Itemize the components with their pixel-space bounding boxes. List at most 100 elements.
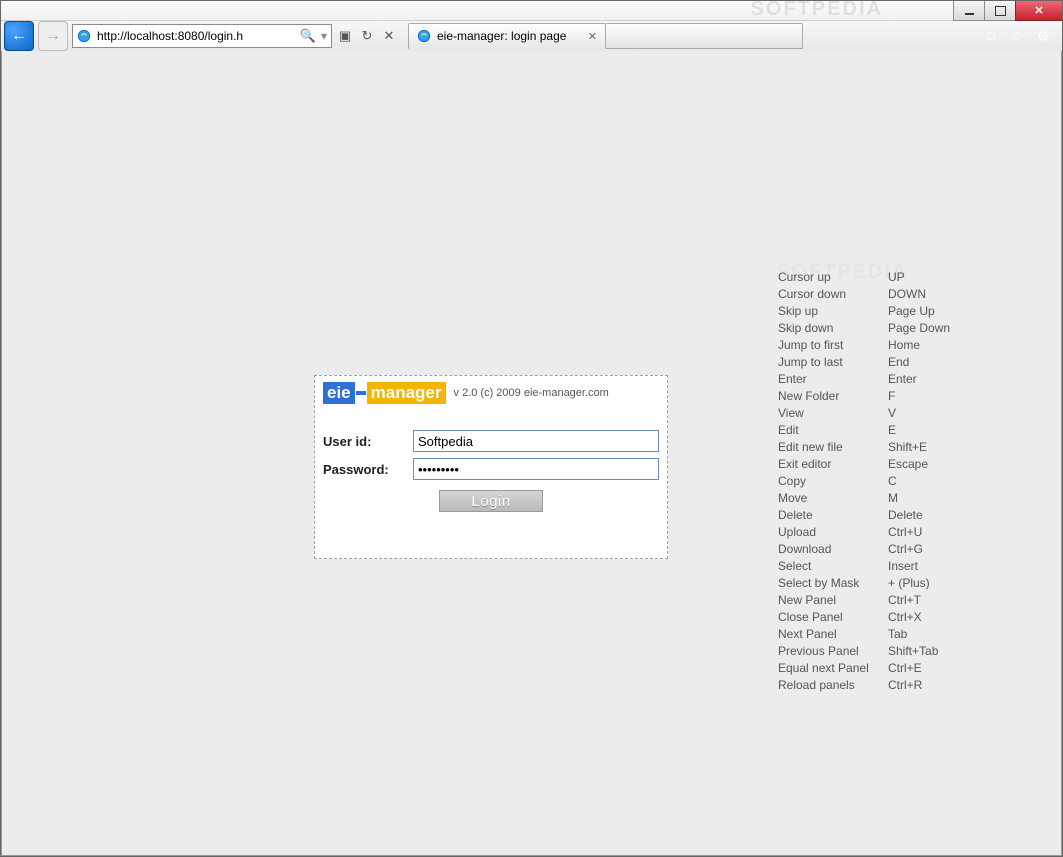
- shortcut-name: Edit new file: [778, 439, 888, 456]
- shortcut-name: Jump to last: [778, 354, 888, 371]
- shortcut-key: Ctrl+E: [888, 660, 922, 677]
- shortcut-key: Tab: [888, 626, 907, 643]
- shortcut-name: View: [778, 405, 888, 422]
- shortcut-name: Previous Panel: [778, 643, 888, 660]
- favorites-icon[interactable]: [1009, 28, 1025, 44]
- minimize-button[interactable]: [953, 0, 985, 21]
- new-tab-button[interactable]: [606, 23, 803, 49]
- login-button[interactable]: Login: [439, 490, 543, 512]
- logo-row: eie manager v 2.0 (c) 2009 eie-manager.c…: [323, 382, 659, 404]
- logo-seg-eie: eie: [323, 382, 355, 404]
- shortcut-row: Next PanelTab: [778, 626, 950, 643]
- close-button[interactable]: [1015, 0, 1063, 21]
- logo-seg-manager: manager: [367, 382, 446, 404]
- shortcut-key: DOWN: [888, 286, 926, 303]
- shortcut-key: Home: [888, 337, 920, 354]
- browser-tab[interactable]: eie-manager: login page ✕: [408, 23, 606, 49]
- shortcut-row: Select by Mask+ (Plus): [778, 575, 950, 592]
- shortcut-name: Jump to first: [778, 337, 888, 354]
- shortcut-name: Cursor up: [778, 269, 888, 286]
- shortcut-key: UP: [888, 269, 905, 286]
- ie-favicon-icon: [77, 29, 91, 43]
- shortcut-name: Skip down: [778, 320, 888, 337]
- shortcut-name: Exit editor: [778, 456, 888, 473]
- shortcut-name: Skip up: [778, 303, 888, 320]
- shortcut-key: Page Up: [888, 303, 935, 320]
- shortcut-row: MoveM: [778, 490, 950, 507]
- settings-icon[interactable]: [1035, 28, 1051, 44]
- watermark-text: SOFTPEDIA: [751, 0, 883, 21]
- shortcut-row: Jump to firstHome: [778, 337, 950, 354]
- shortcut-row: New PanelCtrl+T: [778, 592, 950, 609]
- keyboard-shortcuts-panel: SOFTPEDIA Cursor upUPCursor downDOWNSkip…: [778, 269, 950, 694]
- compat-view-icon[interactable]: ▣: [336, 27, 354, 45]
- shortcut-key: Insert: [888, 558, 918, 575]
- shortcut-row: Jump to lastEnd: [778, 354, 950, 371]
- password-row: Password:: [323, 458, 659, 480]
- toolbar-right-icons: [983, 28, 1059, 44]
- version-text: v 2.0 (c) 2009 eie-manager.com: [454, 387, 609, 399]
- shortcut-key: M: [888, 490, 898, 507]
- userid-row: User id:: [323, 430, 659, 452]
- shortcut-key: Escape: [888, 456, 928, 473]
- shortcut-key: E: [888, 422, 896, 439]
- shortcut-name: New Panel: [778, 592, 888, 609]
- forward-button[interactable]: →: [38, 21, 68, 51]
- shortcut-row: Cursor downDOWN: [778, 286, 950, 303]
- shortcut-key: + (Plus): [888, 575, 930, 592]
- arrow-right-icon: →: [45, 27, 61, 45]
- shortcut-key: Ctrl+X: [888, 609, 922, 626]
- window-titlebar: SOFTPEDIA: [0, 0, 1063, 21]
- tab-favicon-icon: [417, 29, 431, 43]
- back-button[interactable]: ←: [4, 21, 34, 51]
- shortcut-row: Reload panelsCtrl+R: [778, 677, 950, 694]
- shortcut-key: C: [888, 473, 897, 490]
- search-icon[interactable]: 🔍: [299, 27, 317, 45]
- shortcut-name: New Folder: [778, 388, 888, 405]
- home-icon[interactable]: [983, 28, 999, 44]
- shortcut-row: Previous PanelShift+Tab: [778, 643, 950, 660]
- shortcut-row: EnterEnter: [778, 371, 950, 388]
- url-input[interactable]: [95, 26, 295, 46]
- userid-input[interactable]: [413, 430, 659, 452]
- stop-icon[interactable]: ✕: [380, 27, 398, 45]
- shortcut-row: SelectInsert: [778, 558, 950, 575]
- shortcut-name: Reload panels: [778, 677, 888, 694]
- shortcut-name: Copy: [778, 473, 888, 490]
- password-label: Password:: [323, 462, 413, 477]
- userid-label: User id:: [323, 434, 413, 449]
- shortcut-name: Equal next Panel: [778, 660, 888, 677]
- login-button-row: Login: [323, 490, 659, 512]
- maximize-button[interactable]: [984, 0, 1016, 21]
- shortcut-key: Ctrl+R: [888, 677, 922, 694]
- refresh-icon[interactable]: ↻: [358, 27, 376, 45]
- tab-title: eie-manager: login page: [437, 29, 566, 43]
- shortcut-row: CopyC: [778, 473, 950, 490]
- shortcut-name: Download: [778, 541, 888, 558]
- shortcut-row: Skip upPage Up: [778, 303, 950, 320]
- shortcut-row: ViewV: [778, 405, 950, 422]
- shortcut-key: F: [888, 388, 895, 405]
- password-input[interactable]: [413, 458, 659, 480]
- shortcut-row: Skip downPage Down: [778, 320, 950, 337]
- shortcut-name: Move: [778, 490, 888, 507]
- arrow-left-icon: ←: [11, 27, 27, 45]
- shortcut-name: Next Panel: [778, 626, 888, 643]
- shortcut-key: Shift+E: [888, 439, 927, 456]
- shortcut-name: Cursor down: [778, 286, 888, 303]
- tab-strip: eie-manager: login page ✕: [408, 23, 803, 49]
- shortcut-name: Enter: [778, 371, 888, 388]
- tab-close-icon[interactable]: ✕: [588, 30, 597, 43]
- shortcut-key: Ctrl+T: [888, 592, 921, 609]
- shortcut-key: End: [888, 354, 909, 371]
- shortcut-name: Select: [778, 558, 888, 575]
- shortcut-key: Delete: [888, 507, 923, 524]
- shortcut-key: V: [888, 405, 896, 422]
- logo-dash-icon: [355, 382, 367, 404]
- shortcut-name: Select by Mask: [778, 575, 888, 592]
- shortcut-row: DownloadCtrl+G: [778, 541, 950, 558]
- address-bar[interactable]: 🔍 ▾: [72, 24, 332, 48]
- shortcut-row: Exit editorEscape: [778, 456, 950, 473]
- page-viewport: eie manager v 2.0 (c) 2009 eie-manager.c…: [1, 51, 1062, 856]
- shortcut-row: Edit new fileShift+E: [778, 439, 950, 456]
